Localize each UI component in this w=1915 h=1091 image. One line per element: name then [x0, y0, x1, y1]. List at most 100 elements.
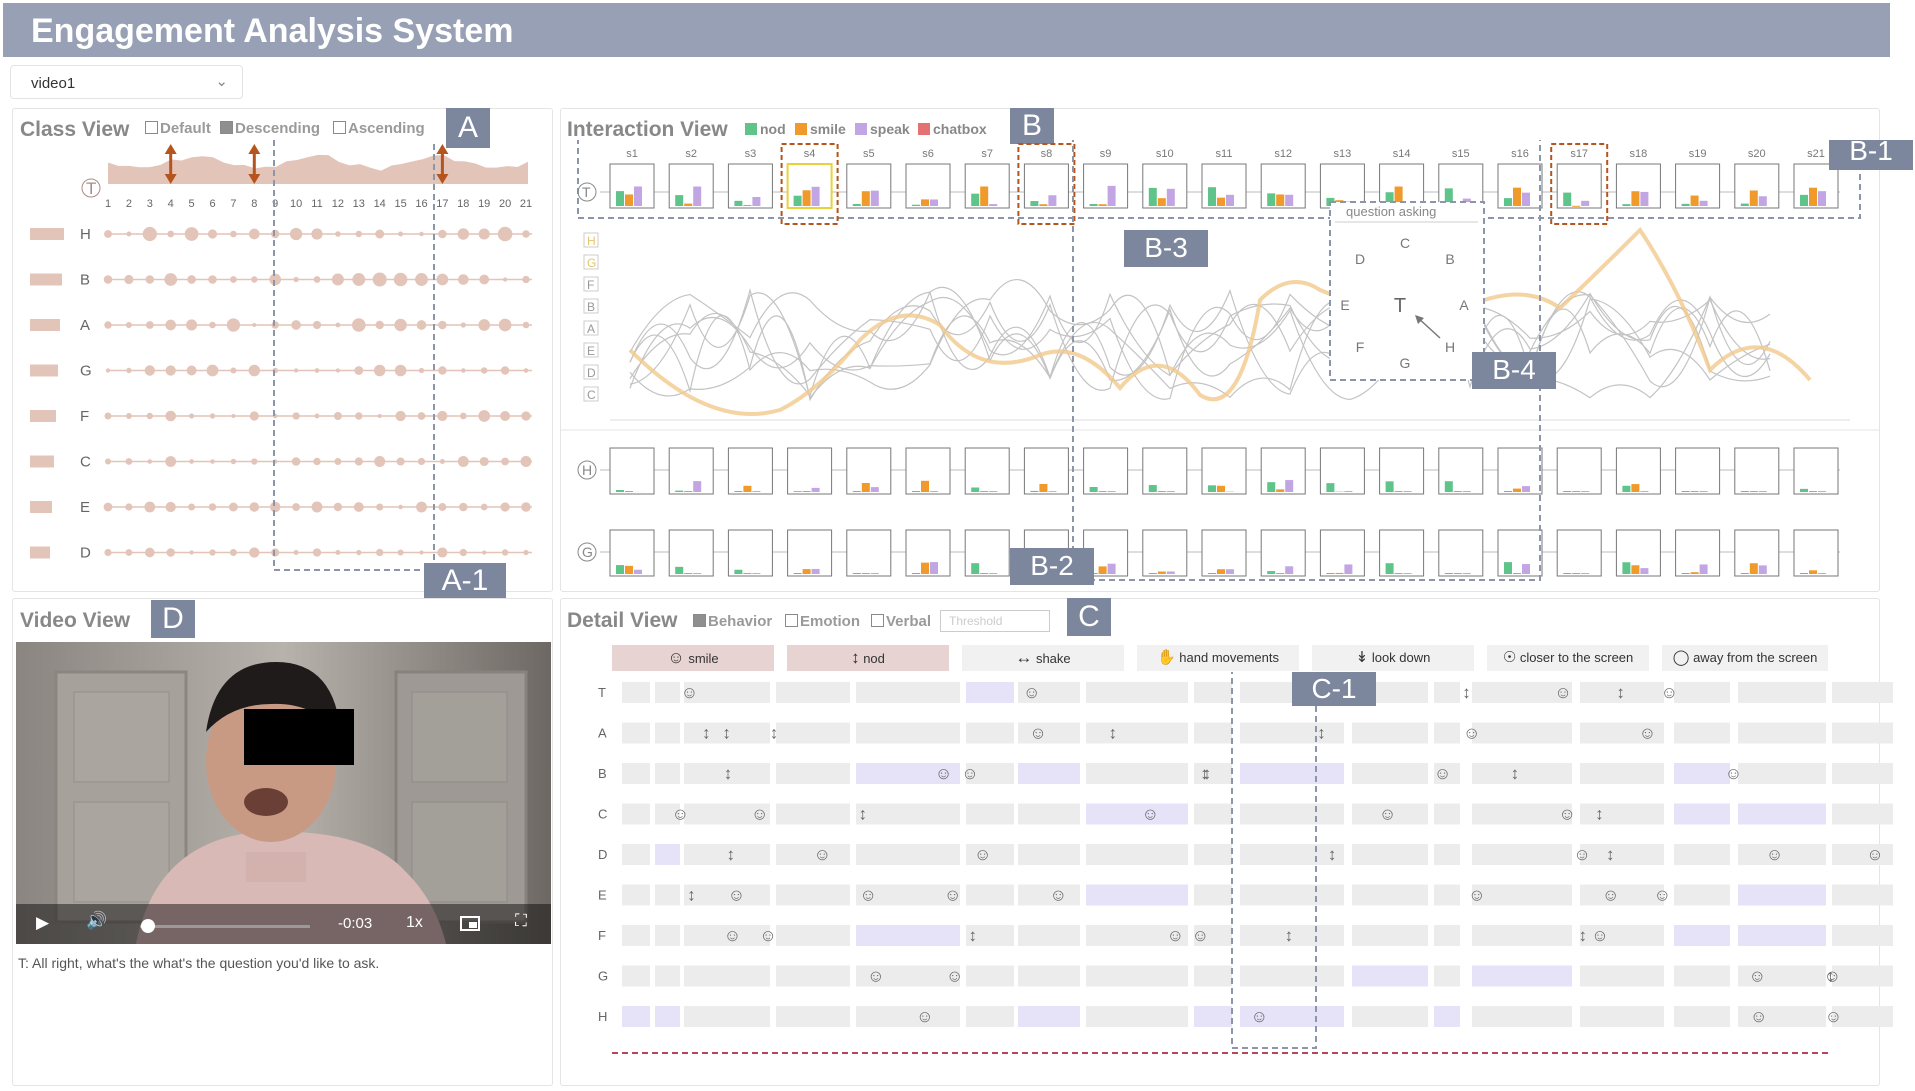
- threshold-input[interactable]: Threshold: [940, 610, 1050, 632]
- engagement-dot: [230, 276, 237, 283]
- class-sort-default[interactable]: Default: [145, 120, 211, 137]
- teacher-label: T: [86, 179, 96, 198]
- behavior-bar: [1522, 192, 1530, 206]
- behavior-button-nod[interactable]: ↕ nod: [787, 645, 949, 671]
- class-sort-descending[interactable]: Descending: [220, 120, 320, 137]
- nod-icon: ↕: [724, 764, 733, 783]
- behavior-bar: [1809, 570, 1817, 574]
- behavior-segment: [1674, 925, 1730, 946]
- engagement-dot: [184, 227, 199, 241]
- behavior-bar: [1166, 188, 1175, 206]
- behavior-bar: [1681, 573, 1690, 574]
- session-tick-label: 14: [374, 198, 386, 210]
- behavior-segment: [655, 763, 680, 784]
- annotation-tag-label: C-1: [1311, 673, 1356, 704]
- engagement-dot: [333, 412, 342, 420]
- behavior-bar: [1039, 483, 1048, 492]
- smile-icon: ☺: [814, 845, 831, 864]
- behavior-bar: [693, 186, 702, 206]
- session-box: [1142, 529, 1188, 577]
- engagement-dot: [331, 273, 344, 286]
- behavior-bar: [1818, 573, 1826, 574]
- seek-bar[interactable]: [140, 925, 310, 928]
- behavior-bar: [1563, 573, 1572, 574]
- session-tick-label: 20: [499, 198, 511, 210]
- behavior-segment: [622, 682, 650, 703]
- behavior-segment: [776, 803, 850, 825]
- student-label: E: [80, 499, 90, 516]
- behavior-segment: [1240, 803, 1344, 825]
- behavior-bar: [1148, 485, 1157, 492]
- behavior-segment: [1674, 803, 1730, 825]
- smile-icon: ☺: [1749, 967, 1766, 986]
- engagement-dot: [356, 549, 362, 556]
- fullscreen-icon[interactable]: ⛶: [515, 911, 527, 931]
- session-box: [1675, 529, 1721, 577]
- video-select[interactable]: video1 ⌄: [10, 65, 243, 99]
- engagement-dot: [165, 410, 177, 422]
- behavior-button-look-down[interactable]: ↡ look down: [1312, 645, 1474, 671]
- annotation-tag-a1: A-1: [424, 563, 506, 599]
- behavior-bar: [1276, 194, 1285, 206]
- behavior-segment: [1580, 803, 1664, 825]
- engagement-dot: [438, 229, 447, 239]
- engagement-dot: [375, 229, 385, 239]
- volume-icon[interactable]: 🔊: [86, 911, 107, 931]
- behavior-bar: [1166, 491, 1175, 492]
- seek-handle[interactable]: [141, 919, 155, 933]
- behavior-segment: [1674, 763, 1730, 784]
- behavior-bar: [1039, 204, 1048, 206]
- behavior-bar: [1572, 205, 1581, 207]
- behavior-bar: [1504, 491, 1512, 492]
- behavior-button-hand-movements[interactable]: ✋ hand movements: [1137, 645, 1299, 671]
- annotation-tag-label: B-3: [1144, 232, 1188, 263]
- annotation-tag-b: B: [1010, 108, 1054, 144]
- engagement-dot: [186, 365, 197, 376]
- behavior-bar: [1394, 573, 1403, 574]
- detail-filter-behavior[interactable]: Behavior: [693, 613, 772, 630]
- behavior-bar: [930, 199, 938, 206]
- play-icon[interactable]: ▶: [36, 913, 49, 933]
- behavior-bar: [1453, 573, 1462, 574]
- engagement-dot: [186, 319, 198, 331]
- behavior-segment: [1194, 682, 1232, 703]
- engagement-dot: [293, 276, 299, 283]
- behavior-bar: [1385, 481, 1394, 492]
- behavior-bar: [1226, 569, 1234, 574]
- interaction-view-title: Interaction View: [567, 118, 728, 141]
- behavior-label: shake: [1035, 651, 1071, 666]
- playback-speed[interactable]: 1x: [406, 914, 423, 932]
- behavior-bar: [912, 491, 920, 492]
- behavior-bar: [1157, 491, 1166, 492]
- behavior-bar: [1818, 191, 1826, 206]
- behavior-segment: [1674, 844, 1730, 865]
- behavior-button-smile[interactable]: ☺ smile: [612, 645, 774, 671]
- engagement-dot: [438, 366, 447, 375]
- engagement-dot: [376, 503, 384, 511]
- behavior-bar: [1758, 491, 1767, 492]
- class-sort-ascending[interactable]: Ascending: [333, 120, 425, 137]
- session-label: s15: [1452, 148, 1470, 160]
- behavior-button-shake[interactable]: ↔ shake: [962, 645, 1124, 671]
- behavior-button-away[interactable]: ◯ away from the screen: [1662, 645, 1828, 671]
- behavior-bar: [1098, 491, 1107, 492]
- student-engagement-bar: [30, 410, 56, 422]
- smile-icon: ☺: [935, 764, 952, 783]
- popup-student-node: A: [1459, 297, 1469, 313]
- session-box: [964, 447, 1010, 495]
- behavior-segment: [655, 844, 680, 865]
- video-player[interactable]: ▶ 🔊 -0:03 1x ⛶: [16, 642, 551, 944]
- detail-filter-emotion[interactable]: Emotion: [785, 613, 860, 630]
- behavior-segment: [856, 844, 960, 865]
- session-label: s5: [863, 148, 875, 160]
- detail-filter-verbal[interactable]: Verbal: [871, 613, 931, 630]
- behavior-segment: [966, 722, 1014, 744]
- behavior-bar: [684, 573, 693, 574]
- pip-icon[interactable]: [460, 916, 480, 931]
- behavior-bar: [1403, 491, 1412, 492]
- session-label: s9: [1100, 148, 1112, 160]
- behavior-segment: [622, 1006, 650, 1027]
- behavior-segment: [1832, 763, 1893, 784]
- behavior-bar: [852, 491, 861, 492]
- behavior-button-closer[interactable]: ☉ closer to the screen: [1487, 645, 1649, 671]
